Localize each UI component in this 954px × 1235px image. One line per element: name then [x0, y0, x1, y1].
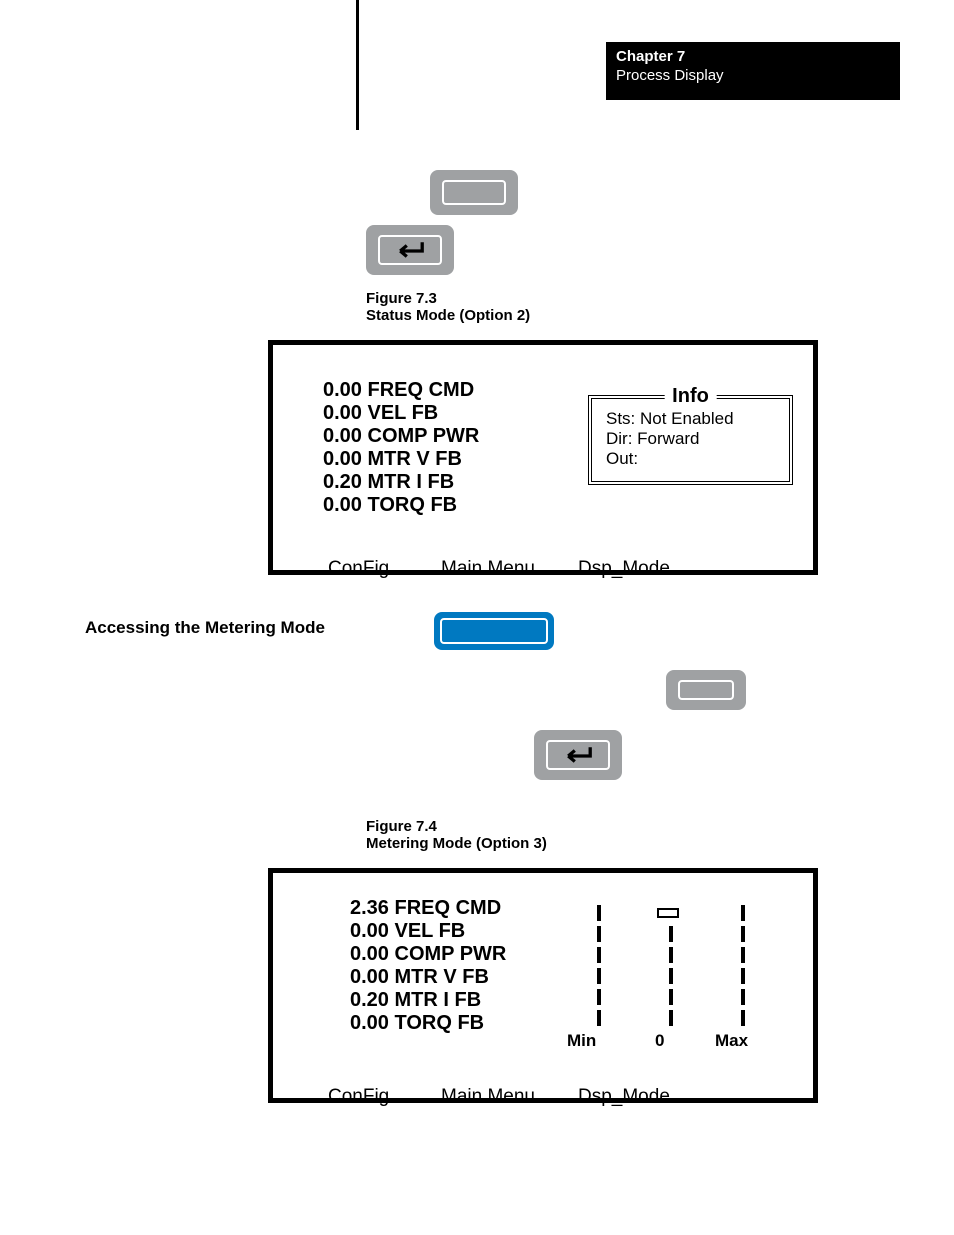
enter-key-icon: [366, 225, 454, 275]
param-row: 0.00 MTR V FB: [323, 448, 479, 471]
info-legend: Info: [664, 385, 717, 408]
chapter-number: Chapter 7: [616, 48, 890, 65]
figure-7-4-label: Figure 7.4 Metering Mode (Option 3): [366, 818, 547, 852]
enter-key-icon: [534, 730, 622, 780]
param-row: 2.36 FREQ CMD: [350, 897, 506, 920]
metering-mode-screen: 2.36 FREQ CMD 0.00 VEL FB 0.00 COMP PWR …: [268, 868, 818, 1103]
param-row: 0.00 COMP PWR: [323, 425, 479, 448]
section-heading: Accessing the Metering Mode: [85, 618, 325, 638]
param-row: 0.00 COMP PWR: [350, 943, 506, 966]
info-output: Out:: [606, 449, 775, 469]
status-mode-screen: 0.00 FREQ CMD 0.00 VEL FB 0.00 COMP PWR …: [268, 340, 818, 575]
meter-bars: [587, 903, 777, 1029]
softkey-dspmode[interactable]: Dsp_Mode: [578, 558, 670, 580]
figure-7-3-label: Figure 7.3 Status Mode (Option 2): [366, 290, 530, 324]
info-status: Sts: Not Enabled: [606, 409, 775, 429]
figure-number: Figure 7.3: [366, 290, 530, 307]
softkey-mainmenu[interactable]: Main Menu: [441, 558, 535, 580]
enter-arrow-icon: [385, 240, 433, 262]
param-row: 0.00 VEL FB: [323, 402, 479, 425]
blank-button-icon: [430, 170, 518, 215]
figure-caption: Status Mode (Option 2): [366, 307, 530, 324]
function-key-icon: [434, 612, 554, 650]
softkey-dspmode[interactable]: Dsp_Mode: [578, 1086, 670, 1108]
figure-number: Figure 7.4: [366, 818, 547, 835]
softkey-mainmenu[interactable]: Main Menu: [441, 1086, 535, 1108]
figure-caption: Metering Mode (Option 3): [366, 835, 547, 852]
axis-zero: 0: [655, 1031, 664, 1051]
chapter-title: Process Display: [616, 67, 890, 84]
param-row: 0.00 TORQ FB: [350, 1012, 506, 1035]
param-row: 0.00 MTR V FB: [350, 966, 506, 989]
param-row: 0.00 FREQ CMD: [323, 379, 479, 402]
param-list: 0.00 FREQ CMD 0.00 VEL FB 0.00 COMP PWR …: [323, 379, 479, 517]
info-panel: Info Sts: Not Enabled Dir: Forward Out:: [588, 395, 793, 485]
axis-min: Min: [567, 1031, 596, 1051]
softkey-config[interactable]: ConFig: [328, 558, 389, 580]
param-row: 0.20 MTR I FB: [350, 989, 506, 1012]
param-row: 0.00 VEL FB: [350, 920, 506, 943]
info-direction: Dir: Forward: [606, 429, 775, 449]
axis-max: Max: [715, 1031, 748, 1051]
blank-button-icon: [666, 670, 746, 710]
softkey-config[interactable]: ConFig: [328, 1086, 389, 1108]
divider: [356, 0, 359, 130]
enter-arrow-icon: [553, 745, 601, 767]
param-row: 0.00 TORQ FB: [323, 494, 479, 517]
chapter-header: Chapter 7 Process Display: [606, 42, 900, 100]
param-row: 0.20 MTR I FB: [323, 471, 479, 494]
param-list: 2.36 FREQ CMD 0.00 VEL FB 0.00 COMP PWR …: [350, 897, 506, 1035]
